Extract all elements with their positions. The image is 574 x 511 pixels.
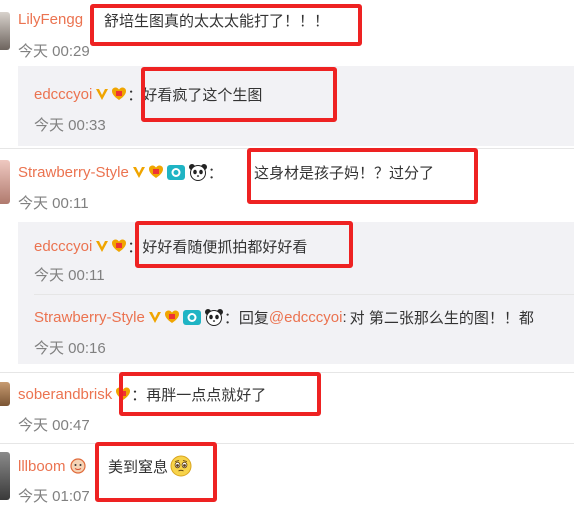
verified-v-icon — [132, 165, 146, 179]
comment-header: LilyFengg ： — [18, 9, 100, 29]
vip-member-icon — [111, 86, 127, 102]
username-link[interactable]: edcccyoi — [34, 86, 92, 103]
highlight-box — [247, 148, 478, 204]
vip-member-icon — [148, 164, 164, 180]
username-link[interactable]: edcccyoi — [34, 238, 92, 255]
panda-badge-icon — [204, 308, 224, 326]
highlight-box — [135, 221, 353, 268]
comment-separator: ： — [223, 309, 239, 327]
avatar[interactable] — [0, 382, 10, 406]
mention-link[interactable]: @edcccyoi — [269, 309, 343, 326]
comment-timestamp: 今天 00:29 — [18, 42, 90, 60]
comment-timestamp: 今天 00:47 — [18, 416, 90, 434]
comment-separator: : — [342, 308, 347, 326]
highlight-box — [90, 4, 362, 46]
avatar[interactable] — [0, 160, 10, 204]
username-link[interactable]: LilyFengg — [18, 11, 83, 28]
comment-timestamp: 今天 00:11 — [18, 194, 89, 212]
verified-v-icon — [95, 87, 109, 101]
vip-member-icon — [111, 238, 127, 254]
reply-timestamp: 今天 00:33 — [34, 116, 106, 134]
divider — [34, 294, 574, 295]
verified-v-icon — [95, 239, 109, 253]
camera-badge-icon — [166, 163, 186, 181]
comment-header: Strawberry-Style ： — [18, 162, 223, 182]
reply-prefix: 回复 — [238, 309, 269, 327]
avatar[interactable] — [0, 12, 10, 50]
highlight-box — [119, 372, 321, 416]
panda-badge-icon — [188, 163, 208, 181]
username-link[interactable]: soberandbrisk — [18, 386, 112, 403]
avatar-badge-icon — [69, 458, 86, 474]
reply-header: Strawberry-Style ： 回复 @edcccyoi : 对 第二张那… — [34, 307, 534, 327]
reply-text: 对 第二张那么生的图！！都 — [349, 309, 534, 327]
username-link[interactable]: lllboom — [18, 458, 66, 475]
comment-header: lllboom — [18, 456, 86, 476]
username-link[interactable]: Strawberry-Style — [34, 309, 145, 326]
username-link[interactable]: Strawberry-Style — [18, 164, 129, 181]
highlight-box — [141, 67, 337, 122]
vip-member-icon — [164, 309, 180, 325]
comment-timestamp: 今天 01:07 — [18, 487, 90, 505]
comment-separator: ： — [207, 164, 223, 182]
highlight-box — [95, 442, 217, 502]
reply-timestamp: 今天 00:16 — [34, 339, 106, 357]
reply-timestamp: 今天 00:11 — [34, 266, 105, 284]
camera-badge-icon — [182, 308, 202, 326]
avatar[interactable] — [0, 452, 10, 500]
divider — [0, 443, 574, 444]
verified-v-icon — [148, 310, 162, 324]
